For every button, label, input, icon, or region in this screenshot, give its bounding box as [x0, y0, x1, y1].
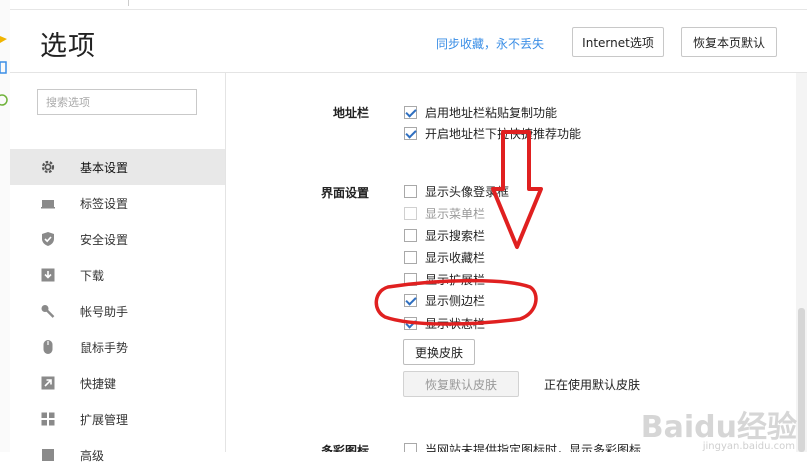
sidebar-item-account-assistant[interactable]: 帐号助手: [10, 293, 225, 329]
extensions-grid-icon: [40, 411, 56, 427]
checkbox[interactable]: [404, 184, 417, 198]
sidebar-item-advanced[interactable]: 高级: [10, 437, 225, 473]
download-icon: [40, 267, 56, 283]
advanced-icon: [40, 447, 56, 463]
sidebar-item-label: 安全设置: [80, 233, 129, 247]
section-title-interface: 界面设置: [321, 186, 370, 200]
checkbox[interactable]: [404, 126, 417, 140]
page-title: 选项: [40, 31, 96, 62]
watermark-url: jingyan.baidu.com: [702, 441, 795, 452]
divider: [128, 0, 129, 6]
sidebar-item-label: 高级: [80, 449, 105, 463]
sidebar-item-label: 鼠标手势: [80, 341, 129, 355]
sidebar-item-mouse-gestures[interactable]: 鼠标手势: [10, 329, 225, 365]
checkbox[interactable]: [404, 272, 417, 286]
option-label: 显示扩展栏: [425, 272, 486, 287]
option-label: 显示头像登录框: [425, 184, 510, 199]
scrollbar[interactable]: [796, 73, 807, 452]
option-colorful-favicon[interactable]: 当网站未提供指定图标时，显示多彩图标: [404, 440, 641, 452]
option-label: 显示状态栏: [425, 316, 486, 331]
star-icon: [0, 30, 7, 44]
watermark-logo: Baidu经验: [640, 410, 797, 445]
sidebar-item-label: 基本设置: [80, 161, 129, 175]
tab-icon: [40, 195, 56, 211]
change-skin-button[interactable]: 更换皮肤: [403, 339, 475, 365]
sidebar-item-label: 下载: [80, 269, 105, 283]
checkbox[interactable]: [404, 105, 417, 119]
checkbox[interactable]: [404, 442, 417, 452]
sidebar-item-security-settings[interactable]: 安全设置: [10, 221, 225, 257]
section-title-favicon: 多彩图标: [321, 444, 370, 452]
key-icon: [40, 303, 56, 319]
option-label: 当网站未提供指定图标时，显示多彩图标: [425, 442, 642, 453]
checkbox[interactable]: [404, 316, 417, 330]
shortcut-arrow-icon: [40, 375, 56, 391]
clock-icon: [0, 92, 8, 106]
option-label: 显示收藏栏: [425, 250, 486, 265]
settings-content: 地址栏 启用地址栏粘贴复制功能 开启地址栏下拉快捷推荐功能 界面设置 显示头像登…: [226, 73, 796, 452]
page-icon: [0, 60, 7, 74]
section-title-address-bar: 地址栏: [333, 106, 370, 120]
internet-options-button[interactable]: Internet选项: [572, 27, 664, 57]
shield-icon: [40, 231, 56, 247]
scrollbar-thumb[interactable]: [798, 308, 805, 452]
skin-status-text: 正在使用默认皮肤: [544, 378, 641, 392]
sidebar-item-basic-settings[interactable]: 基本设置: [10, 149, 225, 185]
checkbox: [404, 206, 417, 220]
sidebar-item-label: 快捷键: [80, 377, 117, 391]
option-address-paste[interactable]: 启用地址栏粘贴复制功能: [404, 103, 557, 121]
sidebar-item-tab-settings[interactable]: 标签设置: [10, 185, 225, 221]
restore-default-skin-button: 恢复默认皮肤: [403, 371, 519, 397]
sidebar-item-label: 标签设置: [80, 197, 129, 211]
option-show-favorites-bar[interactable]: 显示收藏栏: [404, 248, 485, 266]
option-show-searchbar[interactable]: 显示搜索栏: [404, 226, 485, 244]
option-label: 开启地址栏下拉快捷推荐功能: [425, 126, 582, 141]
option-address-dropdown[interactable]: 开启地址栏下拉快捷推荐功能: [404, 124, 581, 142]
restore-defaults-button[interactable]: 恢复本页默认: [681, 27, 777, 57]
top-border: [10, 0, 807, 10]
option-label: 显示搜索栏: [425, 228, 486, 243]
sidebar-item-download[interactable]: 下载: [10, 257, 225, 293]
option-label: 启用地址栏粘贴复制功能: [425, 105, 558, 120]
gear-icon: [40, 159, 56, 175]
option-show-menubar: 显示菜单栏: [404, 204, 485, 222]
checkbox[interactable]: [404, 250, 417, 264]
option-show-extensions-bar[interactable]: 显示扩展栏: [404, 270, 485, 288]
option-label: 显示菜单栏: [425, 206, 486, 221]
sidebar-item-label: 扩展管理: [80, 413, 129, 427]
checkbox[interactable]: [404, 228, 417, 242]
search-input[interactable]: [37, 89, 197, 115]
sync-favorites-link[interactable]: 同步收藏，永不丢失: [436, 35, 544, 52]
header: 选项 同步收藏，永不丢失 Internet选项 恢复本页默认: [10, 10, 807, 73]
mouse-icon: [40, 339, 56, 355]
checkbox[interactable]: [404, 293, 417, 307]
option-show-avatar-login[interactable]: 显示头像登录框: [404, 182, 509, 200]
sidebar-nav: 基本设置 标签设置 安全设置 下载 帐号助手 鼠标手势 快捷键 扩展管理 高级: [10, 149, 225, 473]
option-show-statusbar[interactable]: 显示状态栏: [404, 314, 485, 332]
sidebar-item-extensions[interactable]: 扩展管理: [10, 401, 225, 437]
sidebar: 基本设置 标签设置 安全设置 下载 帐号助手: [10, 73, 226, 463]
sidebar-item-shortcuts[interactable]: 快捷键: [10, 365, 225, 401]
sidebar-item-label: 帐号助手: [80, 305, 129, 319]
option-show-sidebar[interactable]: 显示侧边栏: [404, 291, 485, 309]
option-label: 显示侧边栏: [425, 293, 486, 308]
